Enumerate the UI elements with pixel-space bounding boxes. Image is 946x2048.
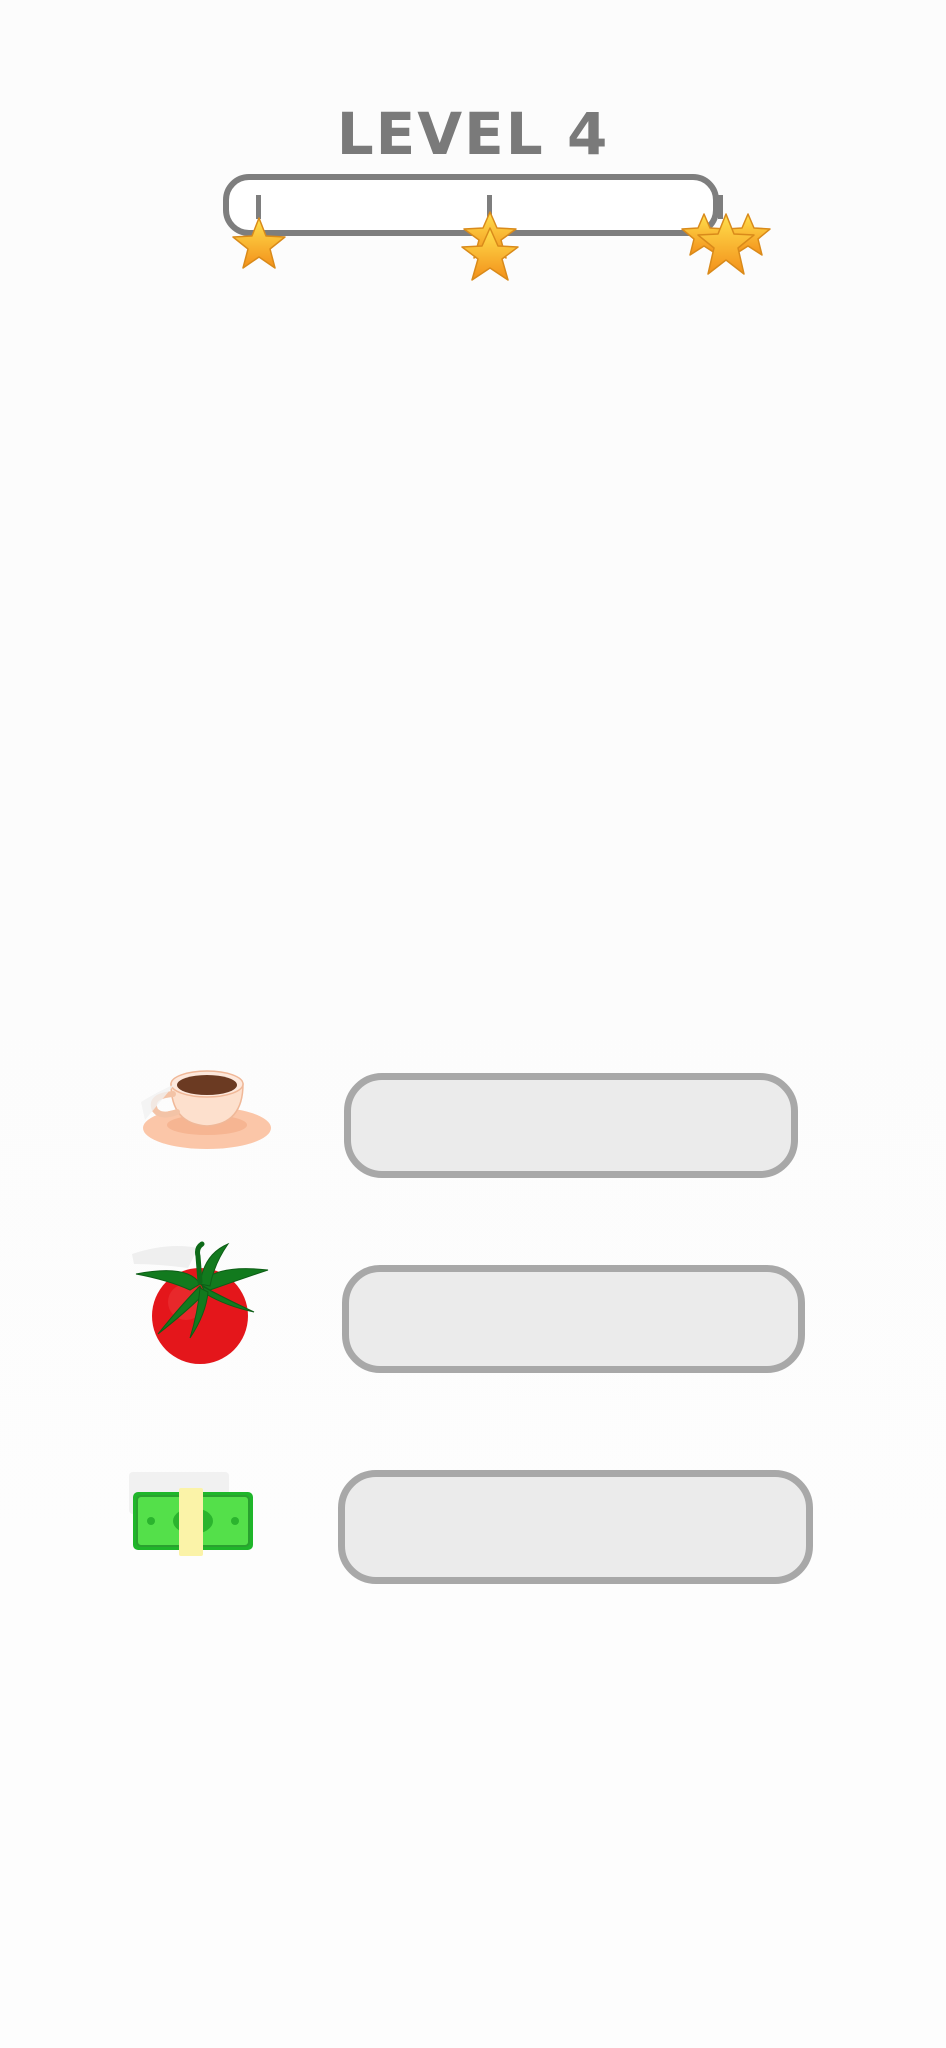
- milestone-1-stars: [231, 216, 287, 272]
- star-icon: [461, 211, 519, 281]
- level-title: LEVEL 4: [336, 100, 610, 168]
- tomato-icon[interactable]: [128, 1234, 276, 1374]
- answer-slot-1[interactable]: [344, 1073, 798, 1178]
- milestone-2-stars: [459, 210, 521, 284]
- star-icon: [681, 213, 771, 275]
- star-icon: [232, 217, 286, 269]
- milestone-3-stars: [680, 208, 772, 280]
- money-bundle-icon[interactable]: [127, 1468, 259, 1564]
- answer-slot-2[interactable]: [342, 1265, 805, 1373]
- coffee-cup-icon[interactable]: [135, 1062, 275, 1158]
- answer-slot-3[interactable]: [338, 1470, 813, 1584]
- game-screen: LEVEL 4: [0, 0, 946, 2048]
